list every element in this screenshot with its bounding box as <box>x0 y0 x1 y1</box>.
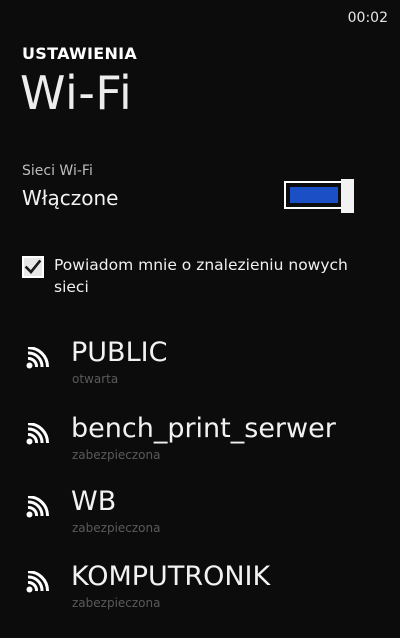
status-bar-time: 00:02 <box>347 10 388 26</box>
network-item-komputronik[interactable]: KOMPUTRONIK zabezpieczona <box>26 561 386 611</box>
toggle-thumb[interactable] <box>341 179 354 213</box>
network-status: zabezpieczona <box>72 448 161 462</box>
wifi-signal-icon <box>26 347 50 369</box>
checkmark-icon <box>24 259 42 274</box>
network-item-public[interactable]: PUBLIC otwarta <box>26 337 386 387</box>
network-item-wb[interactable]: WB zabezpieczona <box>26 486 386 536</box>
wifi-signal-icon <box>26 423 50 445</box>
toggle-track <box>284 181 344 209</box>
wifi-signal-icon <box>26 496 50 518</box>
network-item-bench-print-serwer[interactable]: bench_print_serwer zabezpieczona <box>26 413 386 463</box>
notify-checkbox-label: Powiadom mnie o znalezieniu nowych sieci <box>54 256 348 296</box>
network-name: WB <box>71 486 117 517</box>
wifi-toggle-label: Sieci Wi-Fi <box>22 163 93 179</box>
page-title: Wi-Fi <box>20 66 133 120</box>
network-name: PUBLIC <box>71 337 168 368</box>
wifi-toggle-state: Włączone <box>22 186 119 210</box>
toggle-fill <box>290 187 338 203</box>
notify-checkbox-row[interactable]: Powiadom mnie o znalezieniu nowych sieci <box>22 254 382 298</box>
network-name: bench_print_serwer <box>71 413 336 444</box>
network-status: zabezpieczona <box>72 521 161 535</box>
network-name: KOMPUTRONIK <box>71 561 271 592</box>
network-status: otwarta <box>72 372 119 386</box>
notify-checkbox[interactable] <box>22 256 44 278</box>
wifi-signal-icon <box>26 571 50 593</box>
network-status: zabezpieczona <box>72 596 161 610</box>
settings-caption: USTAWIENIA <box>22 44 138 63</box>
wifi-toggle-switch[interactable] <box>284 179 354 213</box>
